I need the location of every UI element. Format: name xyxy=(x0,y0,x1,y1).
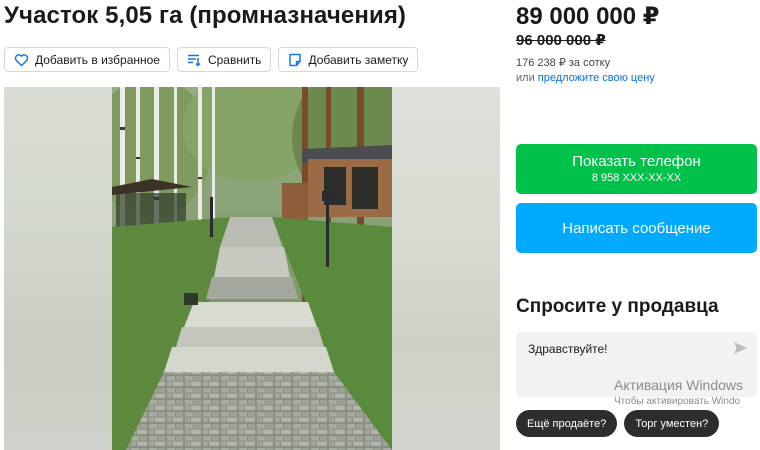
show-phone-label: Показать телефон xyxy=(572,153,701,170)
gallery-blur-left xyxy=(4,87,112,450)
add-note-label: Добавить заметку xyxy=(308,52,409,67)
old-price: 96 000 000 ₽ xyxy=(516,32,606,49)
chip-bargain[interactable]: Торг уместен? xyxy=(624,410,720,437)
ask-seller-box[interactable]: Здравствуйте! xyxy=(516,332,757,397)
offer-prefix: или xyxy=(516,72,535,84)
gallery-blur-right xyxy=(390,87,500,450)
phone-masked: 8 958 XXX-XX-XX xyxy=(591,172,682,184)
price-per-sotka: 176 238 ₽ за сотку xyxy=(516,57,611,69)
price: 89 000 000 ₽ xyxy=(516,3,660,30)
compare-label: Сравнить xyxy=(207,52,262,67)
quick-question-chips: Ещё продаёте? Торг уместен? xyxy=(516,410,720,437)
photo-gallery[interactable] xyxy=(4,87,500,450)
ask-seller-title: Спросите у продавца xyxy=(516,296,719,317)
chip-still-selling[interactable]: Ещё продаёте? xyxy=(516,410,618,437)
offer-price-link[interactable]: предложите свою цену xyxy=(538,72,655,84)
write-message-button[interactable]: Написать сообщение xyxy=(516,203,757,253)
compare-icon xyxy=(187,53,202,67)
add-to-favorites-button[interactable]: Добавить в избранное xyxy=(4,47,170,72)
show-phone-button[interactable]: Показать телефон 8 958 XXX-XX-XX xyxy=(516,144,757,194)
offer-price-line: или предложите свою цену xyxy=(516,72,655,84)
listing-actions: Добавить в избранное Сравнить Добавить з… xyxy=(4,47,419,72)
listing-title: Участок 5,05 га (промназначения) xyxy=(4,2,407,29)
heart-icon xyxy=(14,53,29,67)
ask-message-input[interactable]: Здравствуйте! xyxy=(528,342,608,356)
send-icon[interactable] xyxy=(733,341,748,360)
watermark-line-2: Чтобы активировать Windo xyxy=(614,396,741,407)
listing-photo[interactable] xyxy=(112,87,392,450)
add-to-favorites-label: Добавить в избранное xyxy=(35,52,160,67)
note-icon xyxy=(288,53,302,67)
compare-button[interactable]: Сравнить xyxy=(176,47,272,72)
add-note-button[interactable]: Добавить заметку xyxy=(278,47,419,72)
